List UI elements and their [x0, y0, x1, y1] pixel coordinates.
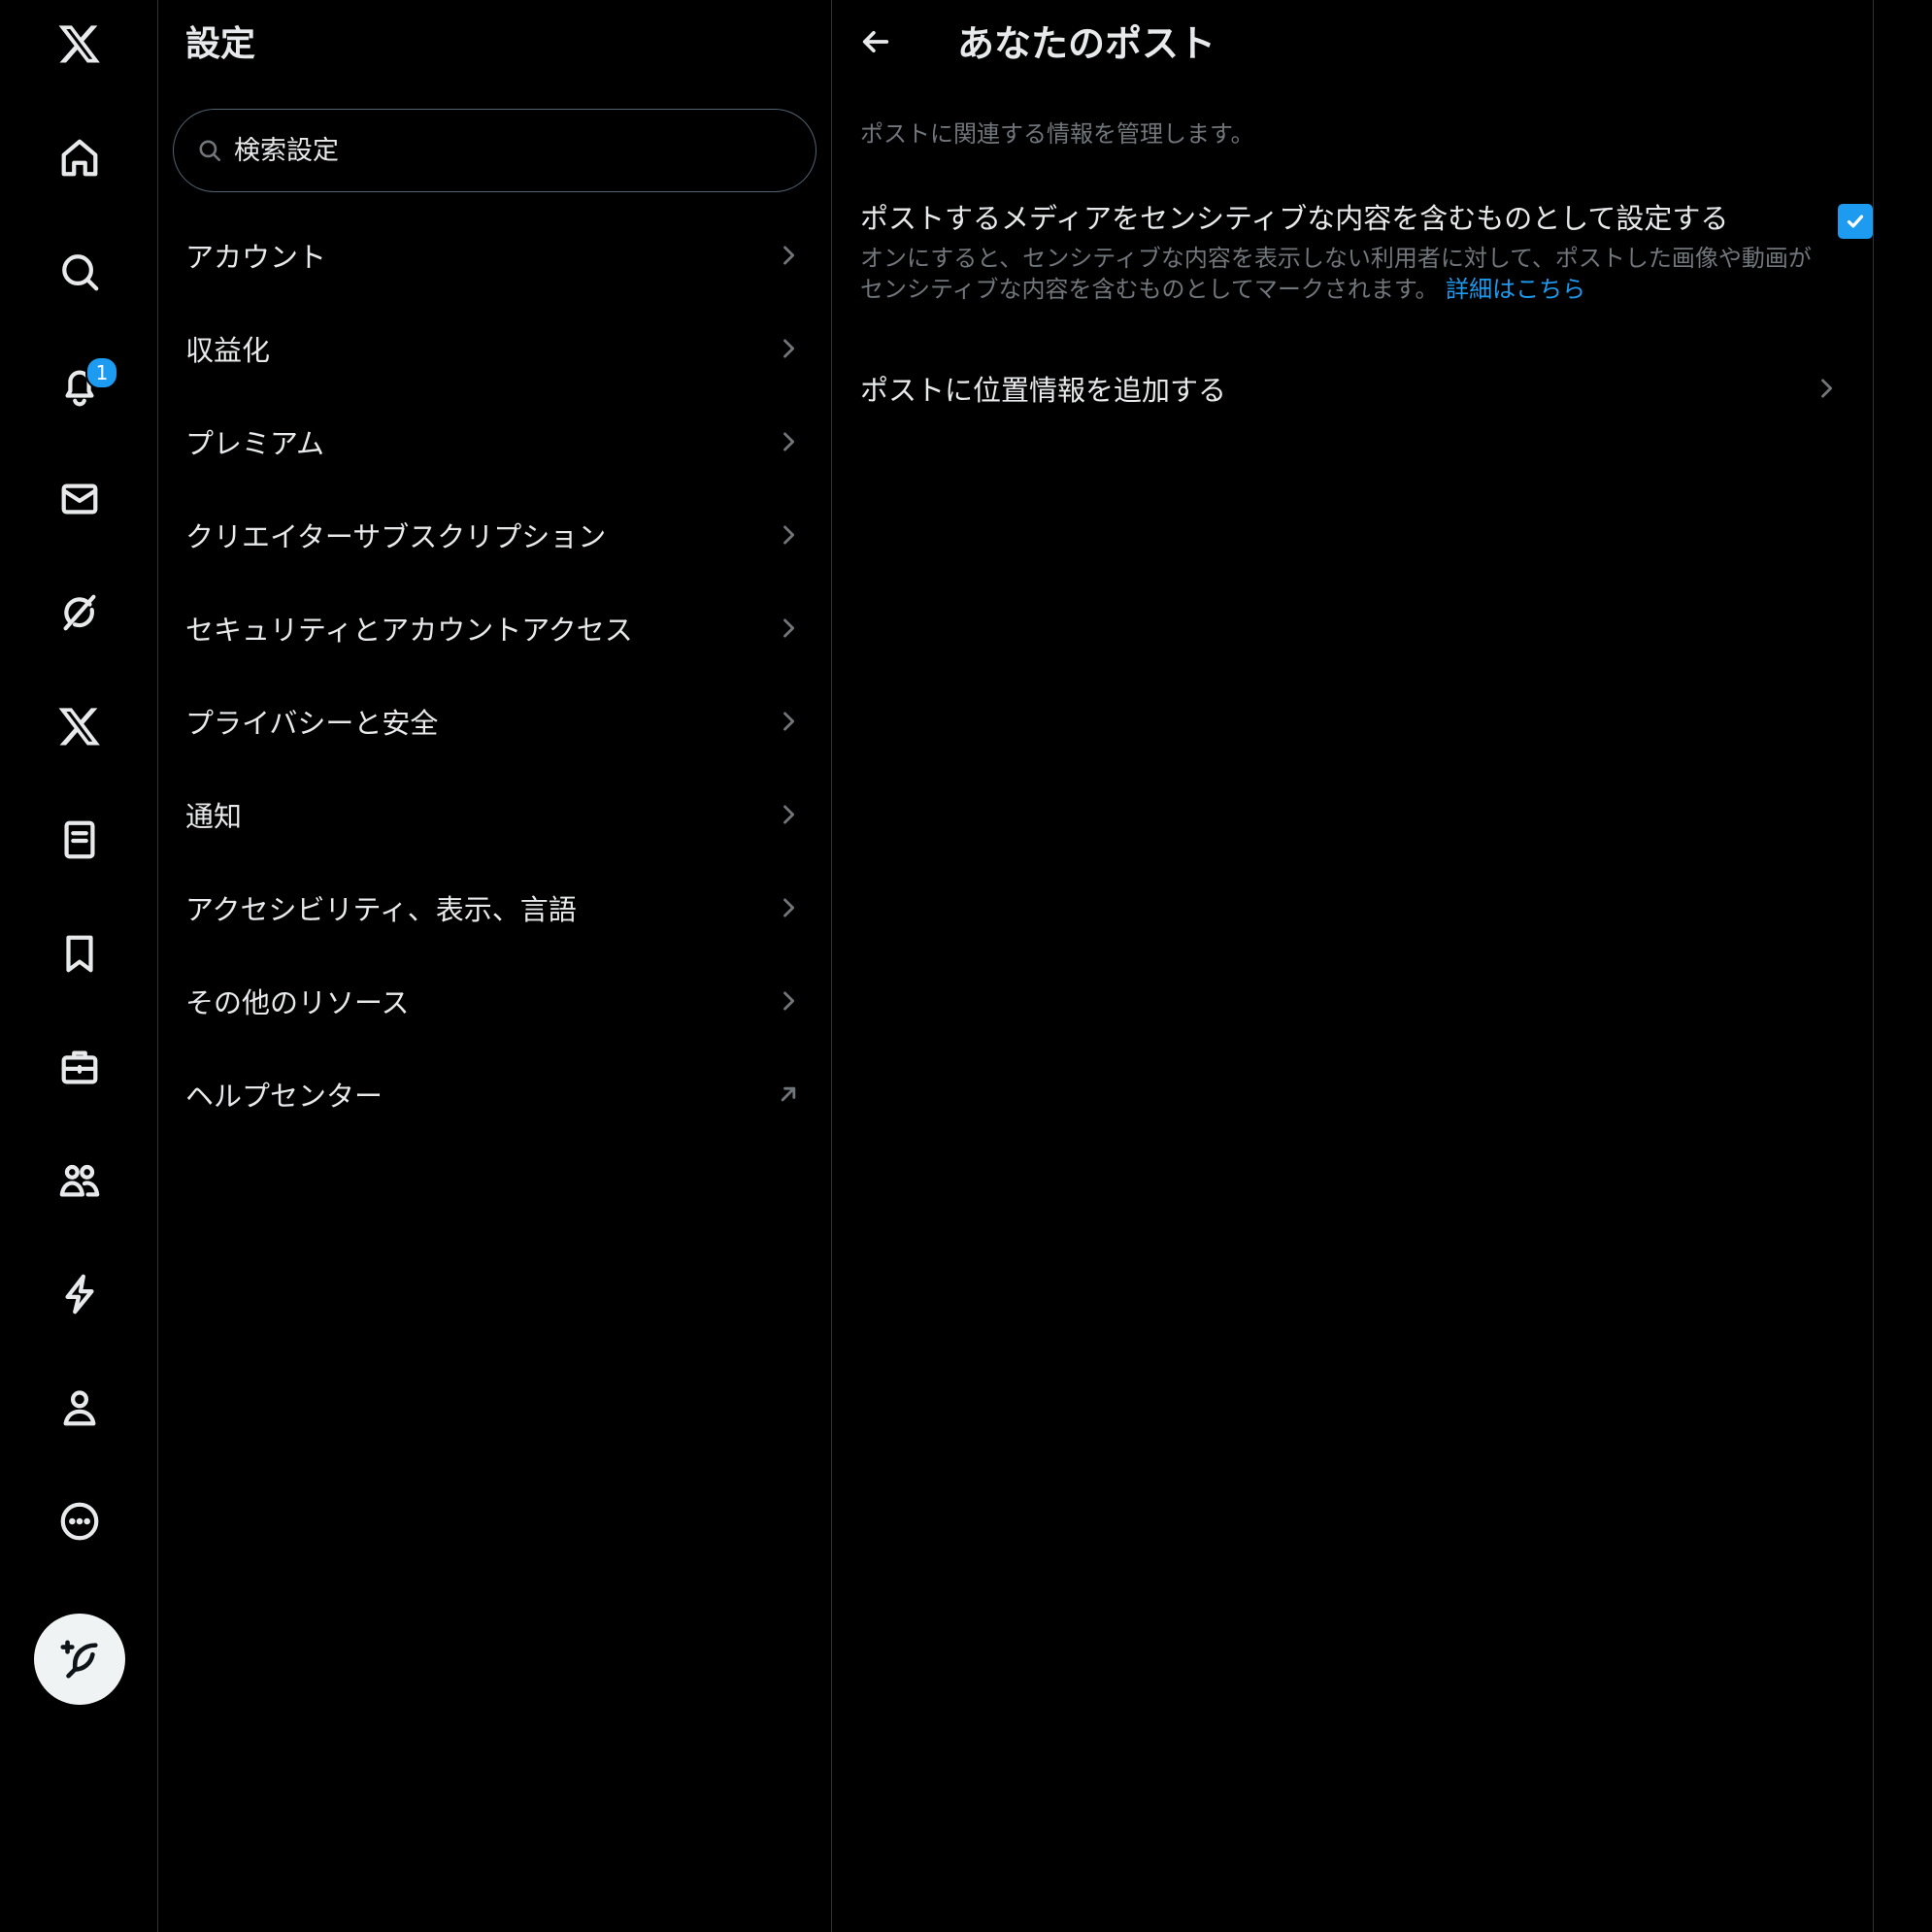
- settings-item-label: クリエイターサブスクリプション: [185, 520, 607, 553]
- chevron-right-icon: [783, 712, 795, 731]
- nav-home[interactable]: [36, 115, 123, 202]
- more-icon: [60, 1502, 99, 1541]
- compose-post-icon: [60, 1640, 98, 1679]
- sensitive-media-help: オンにすると、センシティブな内容を表示しない利用者に対して、ポストした画像や動画…: [860, 243, 1831, 305]
- nav-profile[interactable]: [36, 1364, 123, 1451]
- detail-panel: あなたのポスト ポストに関連する情報を管理します。 ポストするメディアをセンシテ…: [832, 0, 1874, 1932]
- bookmarks-icon: [66, 935, 93, 973]
- verified-orgs-icon: [65, 1274, 94, 1315]
- settings-item-label: セキュリティとアカウントアクセス: [185, 614, 633, 647]
- chevron-right-icon: [783, 991, 795, 1011]
- back-arrow-icon: [862, 30, 889, 53]
- settings-item-label: その他のリソース: [185, 986, 410, 1019]
- premium-icon: [58, 708, 100, 746]
- chevron-right-icon: [783, 525, 795, 545]
- sensitive-media-checkbox[interactable]: [1838, 204, 1873, 239]
- x-logo-button[interactable]: [36, 0, 123, 87]
- sensitive-media-setting: ポストするメディアをセンシティブな内容を含むものとして設定する オンにすると、セ…: [860, 198, 1873, 305]
- nav-verified-orgs[interactable]: [36, 1250, 123, 1338]
- chevron-right-icon: [783, 432, 795, 451]
- settings-item-label: 通知: [185, 800, 243, 833]
- sensitive-media-label: ポストするメディアをセンシティブな内容を含むものとして設定する: [860, 202, 1729, 235]
- nav-more[interactable]: [36, 1478, 123, 1565]
- settings-item-resources[interactable]: その他のリソース: [158, 954, 831, 1048]
- nav-lists[interactable]: [36, 796, 123, 883]
- chevron-right-icon: [1821, 379, 1833, 398]
- settings-item-accessibility[interactable]: アクセシビリティ、表示、言語: [158, 861, 831, 954]
- settings-item-premium[interactable]: プレミアム: [158, 395, 831, 488]
- page-description: ポストに関連する情報を管理します。: [860, 120, 1254, 148]
- settings-panel: 設定 アカウント 収益化 プレミアム クリエイターサブスクリプション セキュリテ…: [158, 0, 832, 1932]
- messages-icon: [61, 483, 98, 515]
- chevron-right-icon: [783, 246, 795, 265]
- page-title: あなたのポスト: [957, 22, 1216, 65]
- settings-menu: アカウント 収益化 プレミアム クリエイターサブスクリプション セキュリティとア…: [158, 209, 831, 1141]
- profile-icon: [63, 1390, 96, 1426]
- sensitive-media-help-text: オンにすると、センシティブな内容を表示しない利用者に対して、ポストした画像や動画…: [860, 245, 1812, 303]
- explore-icon: [62, 254, 99, 291]
- settings-item-label: 収益化: [185, 334, 271, 367]
- communities-icon: [59, 1164, 100, 1197]
- settings-item-notifications[interactable]: 通知: [158, 768, 831, 861]
- settings-item-monetization[interactable]: 収益化: [158, 302, 831, 395]
- grok-icon: [63, 594, 96, 631]
- settings-title: 設定: [185, 24, 256, 64]
- chevron-right-icon: [783, 898, 795, 917]
- settings-item-label: ヘルプセンター: [185, 1080, 383, 1113]
- add-location-setting[interactable]: ポストに位置情報を追加する: [832, 342, 1873, 435]
- search-icon: [197, 138, 222, 163]
- nav-communities[interactable]: [36, 1137, 123, 1224]
- settings-item-label: アクセシビリティ、表示、言語: [185, 893, 577, 926]
- search-input[interactable]: [232, 134, 780, 167]
- x-logo-icon: [58, 25, 100, 63]
- settings-item-account[interactable]: アカウント: [158, 209, 831, 302]
- settings-item-label: プライバシーと安全: [185, 707, 439, 740]
- back-button[interactable]: [851, 17, 900, 66]
- chevron-right-icon: [783, 339, 795, 358]
- home-icon: [61, 139, 98, 177]
- compose-post-button[interactable]: [34, 1614, 125, 1705]
- settings-item-security[interactable]: セキュリティとアカウントアクセス: [158, 582, 831, 675]
- notification-badge: 1: [85, 356, 118, 389]
- nav-premium[interactable]: [36, 683, 123, 770]
- nav-rail: 1: [0, 0, 158, 1932]
- settings-item-creator-subscriptions[interactable]: クリエイターサブスクリプション: [158, 488, 831, 582]
- nav-messages[interactable]: [36, 455, 123, 543]
- settings-item-privacy[interactable]: プライバシーと安全: [158, 675, 831, 768]
- add-location-label: ポストに位置情報を追加する: [860, 374, 1227, 407]
- checkmark-icon: [1847, 215, 1864, 228]
- nav-grok[interactable]: [36, 569, 123, 656]
- settings-item-help-center[interactable]: ヘルプセンター: [158, 1048, 831, 1141]
- nav-jobs[interactable]: [36, 1023, 123, 1111]
- external-link-icon: [781, 1086, 796, 1102]
- nav-notifications[interactable]: 1: [36, 342, 123, 429]
- settings-search[interactable]: [173, 109, 816, 192]
- jobs-icon: [61, 1050, 98, 1084]
- learn-more-link[interactable]: 詳細はこちら: [1446, 276, 1585, 303]
- lists-icon: [64, 820, 95, 859]
- nav-bookmarks[interactable]: [36, 910, 123, 997]
- settings-item-label: アカウント: [185, 241, 327, 274]
- chevron-right-icon: [783, 618, 795, 638]
- settings-item-label: プレミアム: [185, 427, 324, 460]
- nav-explore[interactable]: [36, 228, 123, 316]
- chevron-right-icon: [783, 805, 795, 824]
